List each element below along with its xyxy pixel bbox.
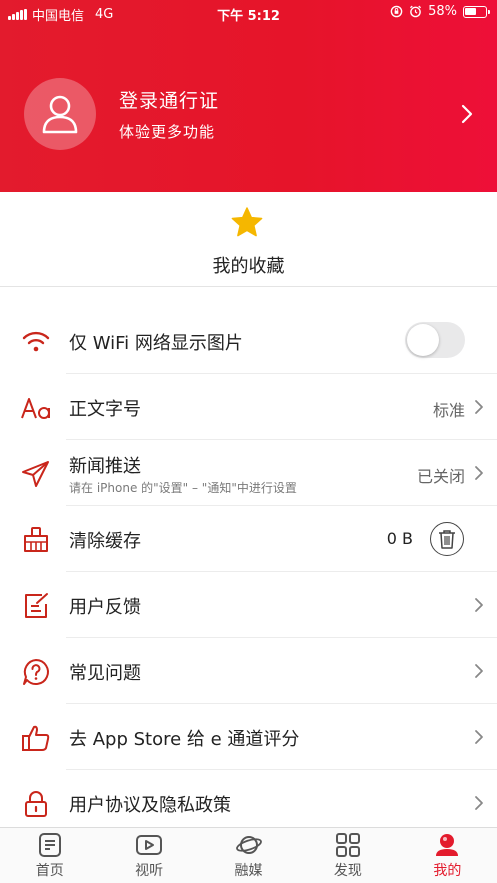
chevron-right-icon [475, 400, 483, 414]
video-icon [136, 835, 163, 855]
login-title: 登录通行证 [119, 90, 220, 112]
avatar[interactable] [24, 78, 96, 150]
send-icon [20, 459, 52, 489]
login-subtitle: 体验更多功能 [119, 123, 216, 141]
login-entry[interactable]: 登录通行证 体验更多功能 [0, 78, 497, 150]
tab-media[interactable]: 融媒 [199, 828, 298, 883]
feedback-icon [20, 591, 52, 621]
setting-row-wifi-images: 仅 WiFi 网络显示图片 [0, 288, 497, 374]
profile-icon [436, 834, 459, 856]
setting-row-cache: 清除缓存 0 B [0, 506, 497, 572]
status-right: 58% [390, 4, 490, 19]
broom-icon [20, 525, 52, 555]
planet-icon [235, 836, 262, 854]
tab-label: 我的 [433, 863, 462, 879]
wifi-icon [20, 327, 52, 357]
chevron-right-icon [461, 104, 473, 124]
grid-icon [335, 833, 360, 857]
bottom-tab-bar: 首页 视听 融媒 发现 我的 [0, 827, 497, 883]
chevron-right-icon [475, 664, 483, 678]
setting-row-push[interactable]: 新闻推送 请在 iPhone 的"设置" – "通知"中进行设置 已关闭 [0, 440, 497, 506]
tab-mine[interactable]: 我的 [398, 828, 497, 883]
settings-list: 仅 WiFi 网络显示图片 正文字号 标准 新闻推送 请在 iPhone 的"设… [0, 288, 497, 836]
push-value: 已关闭 [416, 467, 465, 486]
wifi-images-toggle[interactable] [405, 322, 465, 358]
alarm-icon [410, 5, 422, 18]
tab-discover[interactable]: 发现 [298, 828, 397, 883]
feedback-label: 用户反馈 [69, 597, 141, 618]
home-icon [38, 833, 61, 857]
cache-label: 清除缓存 [69, 531, 141, 552]
font-size-value: 标准 [432, 401, 465, 420]
toggle-knob [407, 324, 439, 356]
status-bar: 中国电信 4G 下午 5:12 58% [0, 0, 497, 26]
tab-label: 首页 [35, 863, 64, 879]
chevron-right-icon [475, 598, 483, 612]
setting-row-font-size[interactable]: 正文字号 标准 [0, 374, 497, 440]
cache-size: 0 B [386, 529, 413, 548]
push-label: 新闻推送 [69, 456, 141, 477]
font-size-label: 正文字号 [69, 399, 141, 420]
clear-cache-button[interactable] [430, 522, 464, 556]
user-icon [42, 95, 78, 134]
chevron-right-icon [475, 466, 483, 480]
my-favorites-button[interactable]: 我的收藏 [0, 192, 497, 287]
chevron-right-icon [475, 730, 483, 744]
tab-label: 视听 [135, 863, 164, 879]
font-size-icon [20, 393, 52, 423]
setting-row-faq[interactable]: 常见问题 [0, 638, 497, 704]
tab-video[interactable]: 视听 [99, 828, 198, 883]
privacy-label: 用户协议及隐私政策 [69, 795, 231, 816]
star-icon [231, 207, 263, 237]
trash-icon [439, 530, 455, 549]
tab-label: 发现 [333, 863, 362, 879]
question-icon [20, 657, 52, 687]
favorites-label: 我的收藏 [212, 256, 285, 277]
battery-icon [463, 5, 490, 18]
wifi-images-label: 仅 WiFi 网络显示图片 [69, 333, 243, 354]
lock-icon [20, 789, 52, 819]
thumbs-up-icon [20, 723, 52, 753]
orientation-lock-icon [390, 5, 403, 18]
battery-percent: 58% [428, 4, 457, 19]
tab-label: 融媒 [234, 863, 263, 879]
setting-row-feedback[interactable]: 用户反馈 [0, 572, 497, 638]
tab-home[interactable]: 首页 [0, 828, 99, 883]
chevron-right-icon [475, 796, 483, 810]
rate-app-label: 去 App Store 给 e 通道评分 [69, 729, 300, 750]
app-screen: 中国电信 4G 下午 5:12 58% 登录通行证 体验更多功能 我的收藏 仅 … [0, 0, 497, 883]
faq-label: 常见问题 [69, 663, 141, 684]
profile-header: 中国电信 4G 下午 5:12 58% 登录通行证 体验更多功能 [0, 0, 497, 192]
setting-row-rate-app[interactable]: 去 App Store 给 e 通道评分 [0, 704, 497, 770]
push-hint: 请在 iPhone 的"设置" – "通知"中进行设置 [69, 481, 297, 495]
